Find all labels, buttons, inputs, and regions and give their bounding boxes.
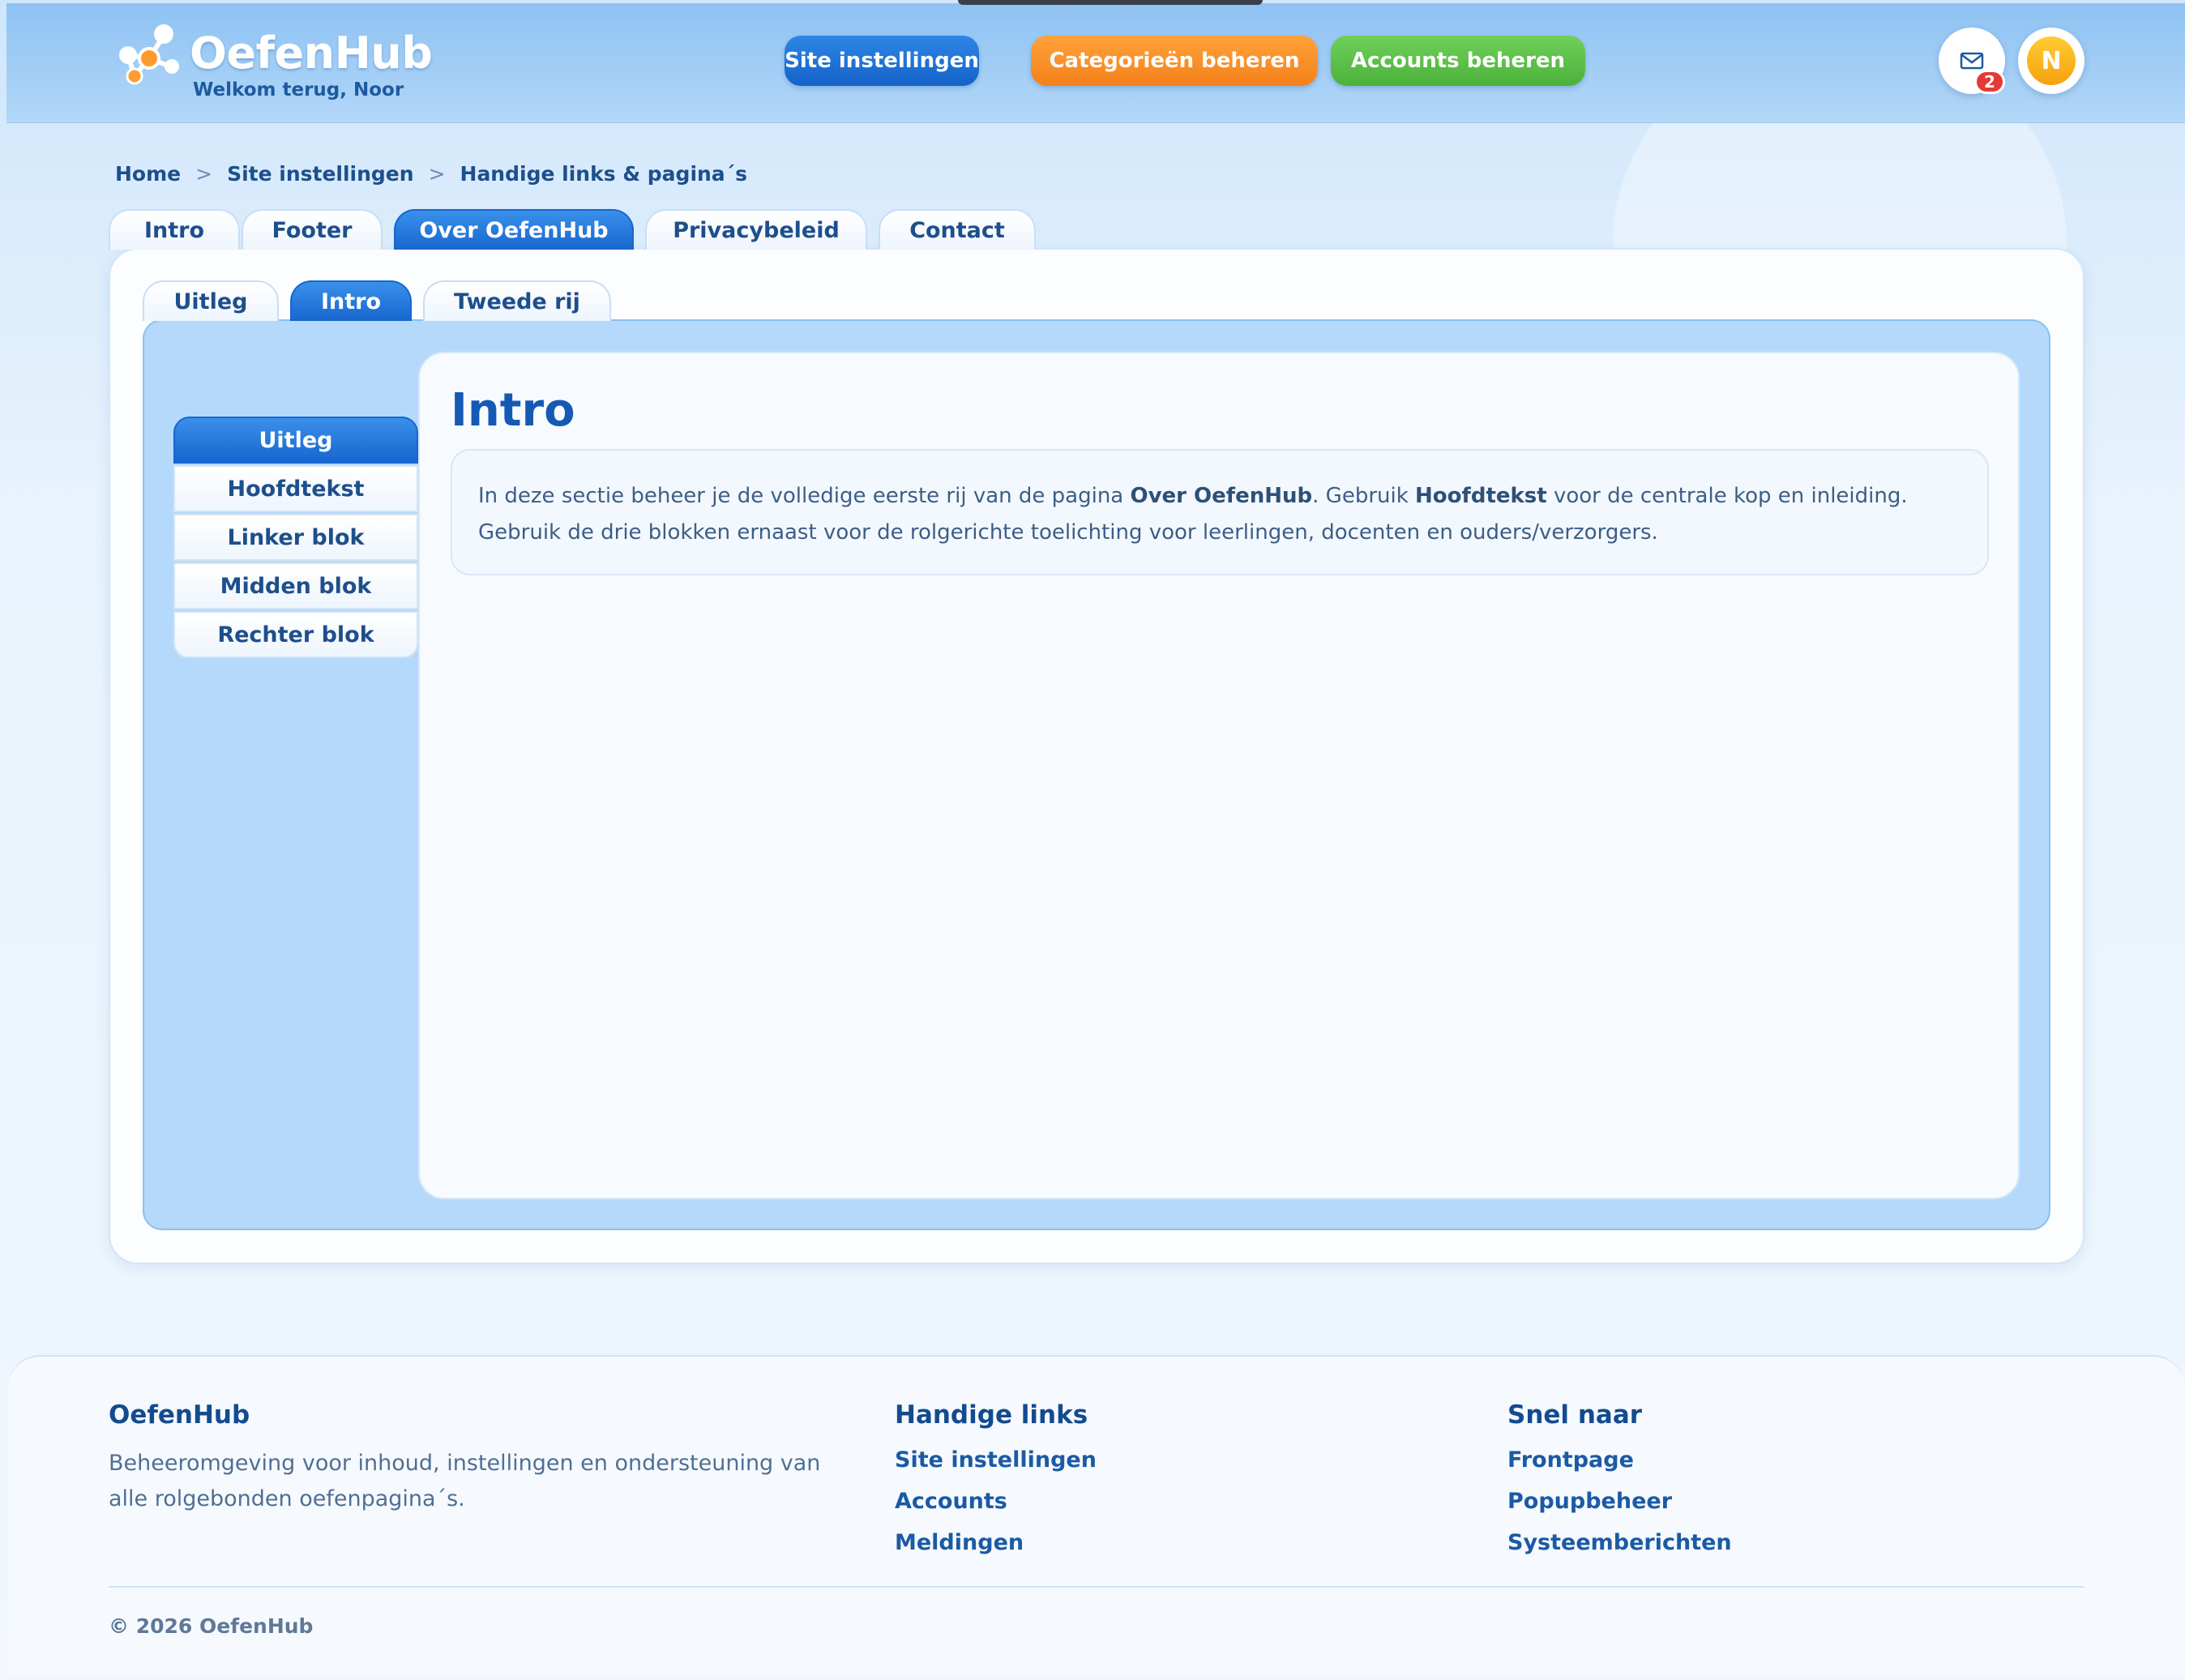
copyright: © 2026 OefenHub bbox=[109, 1614, 314, 1638]
logo[interactable]: OefenHub bbox=[110, 19, 433, 86]
footer-link-frontpage[interactable]: Frontpage bbox=[1507, 1447, 1634, 1473]
subtab-uitleg[interactable]: Uitleg bbox=[143, 280, 279, 321]
footer-brand-text: Beheeromgeving voor inhoud, instellingen… bbox=[109, 1451, 821, 1511]
side-menu-uitleg[interactable]: Uitleg bbox=[173, 417, 418, 464]
subtab-tweede-rij[interactable]: Tweede rij bbox=[423, 280, 611, 321]
avatar-button[interactable]: N bbox=[2018, 28, 2085, 94]
logo-text: OefenHub bbox=[190, 27, 433, 79]
tab-contact[interactable]: Contact bbox=[879, 209, 1036, 250]
footer-quick-title: Snel naar bbox=[1507, 1400, 1643, 1430]
side-menu-linker-blok[interactable]: Linker blok bbox=[173, 514, 418, 561]
breadcrumb: Home > Site instellingen > Handige links… bbox=[115, 162, 747, 186]
footer-link-accounts[interactable]: Accounts bbox=[895, 1489, 1007, 1514]
tab-privacybeleid[interactable]: Privacybeleid bbox=[645, 209, 867, 250]
side-menu-hoofdtekst[interactable]: Hoofdtekst bbox=[173, 465, 418, 512]
breadcrumb-current: Handige links & pagina´s bbox=[460, 162, 748, 186]
welcome-text: Welkom terug, Noor bbox=[193, 79, 404, 100]
tab-over-oefenhub[interactable]: Over OefenHub bbox=[394, 209, 634, 250]
footer-link-systeemberichten[interactable]: Systeemberichten bbox=[1507, 1530, 1732, 1555]
info-bold-page: Over OefenHub bbox=[1130, 484, 1313, 508]
footer-link-meldingen[interactable]: Meldingen bbox=[895, 1530, 1024, 1555]
breadcrumb-home[interactable]: Home bbox=[115, 162, 181, 186]
footer-links-title: Handige links bbox=[895, 1400, 1088, 1430]
mail-icon bbox=[1960, 52, 1984, 70]
info-box: In deze sectie beheer je de volledige ee… bbox=[451, 449, 1989, 575]
footer-brand-title: OefenHub bbox=[109, 1400, 250, 1430]
info-bold-hoofdtekst: Hoofdtekst bbox=[1415, 484, 1547, 508]
breadcrumb-site-settings[interactable]: Site instellingen bbox=[227, 162, 414, 186]
footer-divider bbox=[109, 1586, 2085, 1588]
tab-intro[interactable]: Intro bbox=[109, 209, 240, 250]
molecule-icon bbox=[119, 24, 179, 85]
site-settings-button[interactable]: Site instellingen bbox=[785, 36, 979, 86]
subtab-intro[interactable]: Intro bbox=[290, 280, 412, 321]
footer-link-popupbeheer[interactable]: Popupbeheer bbox=[1507, 1489, 1672, 1514]
manage-categories-button[interactable]: Categorieën beheren bbox=[1031, 36, 1318, 86]
manage-accounts-button[interactable]: Accounts beheren bbox=[1331, 36, 1585, 86]
content-title: Intro bbox=[451, 384, 575, 437]
info-text: In deze sectie beheer je de volledige ee… bbox=[478, 484, 1131, 508]
breadcrumb-separator: > bbox=[428, 162, 446, 186]
window-notch bbox=[958, 0, 1263, 5]
footer-link-site-settings[interactable]: Site instellingen bbox=[895, 1447, 1097, 1473]
side-menu-rechter-blok[interactable]: Rechter blok bbox=[173, 611, 418, 658]
mail-badge: 2 bbox=[1974, 70, 2005, 94]
side-menu-midden-blok[interactable]: Midden blok bbox=[173, 562, 418, 609]
info-text: . Gebruik bbox=[1312, 484, 1416, 508]
avatar: N bbox=[2027, 36, 2076, 85]
breadcrumb-separator: > bbox=[195, 162, 213, 186]
tab-footer[interactable]: Footer bbox=[242, 209, 383, 250]
